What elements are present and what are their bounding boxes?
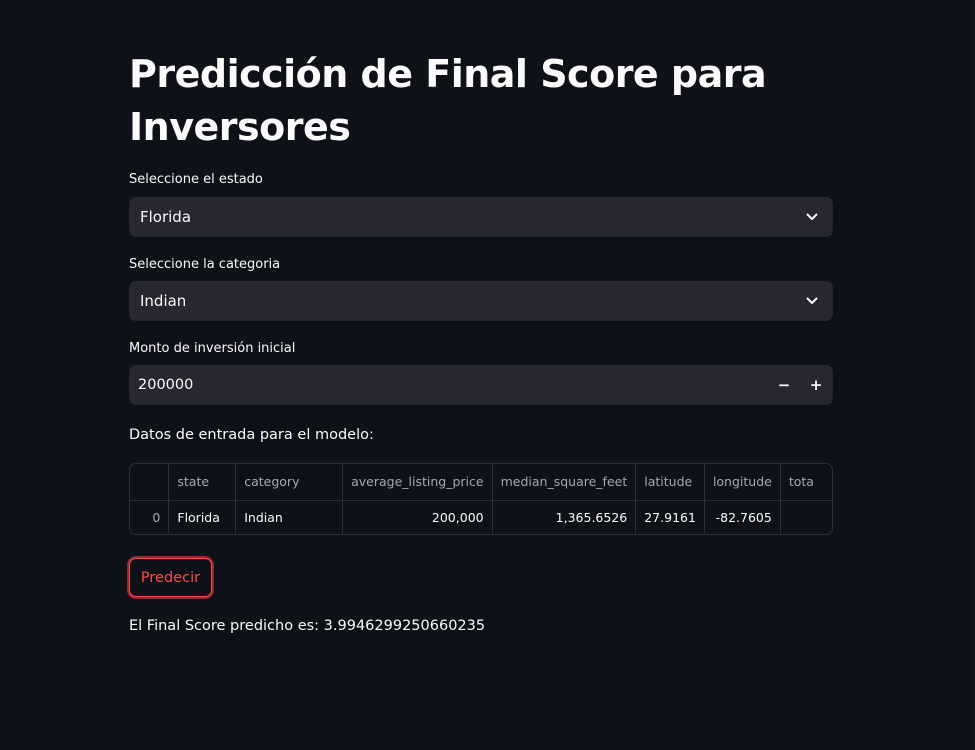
category-cell[interactable]: Indian [235, 500, 344, 534]
average-listing-price-cell[interactable]: 200,000 [342, 500, 493, 534]
state-cell[interactable]: Florida [168, 500, 237, 534]
latitude-cell[interactable]: 27.9161 [635, 500, 705, 534]
dataframe-table: state category average_listing_price med… [130, 464, 832, 534]
median-square-feet-cell[interactable]: 1,365.6526 [492, 500, 637, 534]
row-index-cell[interactable]: 0 [130, 500, 170, 534]
investment-number-input: − + [129, 365, 833, 405]
model-input-dataframe[interactable]: state category average_listing_price med… [129, 463, 833, 535]
prediction-result: El Final Score predicho es: 3.9946299250… [129, 618, 486, 634]
page-title: Predicción de Final Score para Inversore… [129, 52, 767, 149]
column-header-longitude[interactable]: longitude [704, 464, 781, 501]
chevron-down-icon [806, 297, 818, 304]
category-select-label: Seleccione la categoria [129, 257, 281, 272]
predict-button[interactable]: Predecir [129, 558, 212, 597]
investment-input[interactable] [138, 376, 738, 394]
state-select-value: Florida [140, 208, 192, 226]
model-input-heading: Datos de entrada para el modelo: [129, 427, 374, 443]
column-header-median-square-feet[interactable]: median_square_feet [492, 464, 637, 501]
decrement-button[interactable]: − [768, 365, 800, 405]
investment-input-label: Monto de inversión inicial [129, 341, 296, 356]
longitude-cell[interactable]: -82.7605 [704, 500, 781, 534]
state-select[interactable]: Florida [129, 197, 833, 237]
chevron-down-icon [806, 213, 818, 220]
table-row: 0 Florida Indian 200,000 1,365.6526 27.9… [130, 500, 832, 534]
column-header-tota[interactable]: tota [780, 464, 832, 501]
column-header-average-listing-price[interactable]: average_listing_price [342, 464, 493, 501]
category-select-value: Indian [140, 292, 187, 310]
column-header-category[interactable]: category [235, 464, 344, 501]
tota-cell[interactable] [780, 500, 832, 534]
column-header-index[interactable] [130, 464, 170, 501]
column-header-state[interactable]: state [168, 464, 237, 501]
state-select-label: Seleccione el estado [129, 172, 263, 187]
column-header-latitude[interactable]: latitude [635, 464, 705, 501]
page-scrollbar-track[interactable] [971, 0, 975, 750]
category-select[interactable]: Indian [129, 281, 833, 321]
table-header-row: state category average_listing_price med… [130, 464, 832, 501]
increment-button[interactable]: + [800, 365, 832, 405]
